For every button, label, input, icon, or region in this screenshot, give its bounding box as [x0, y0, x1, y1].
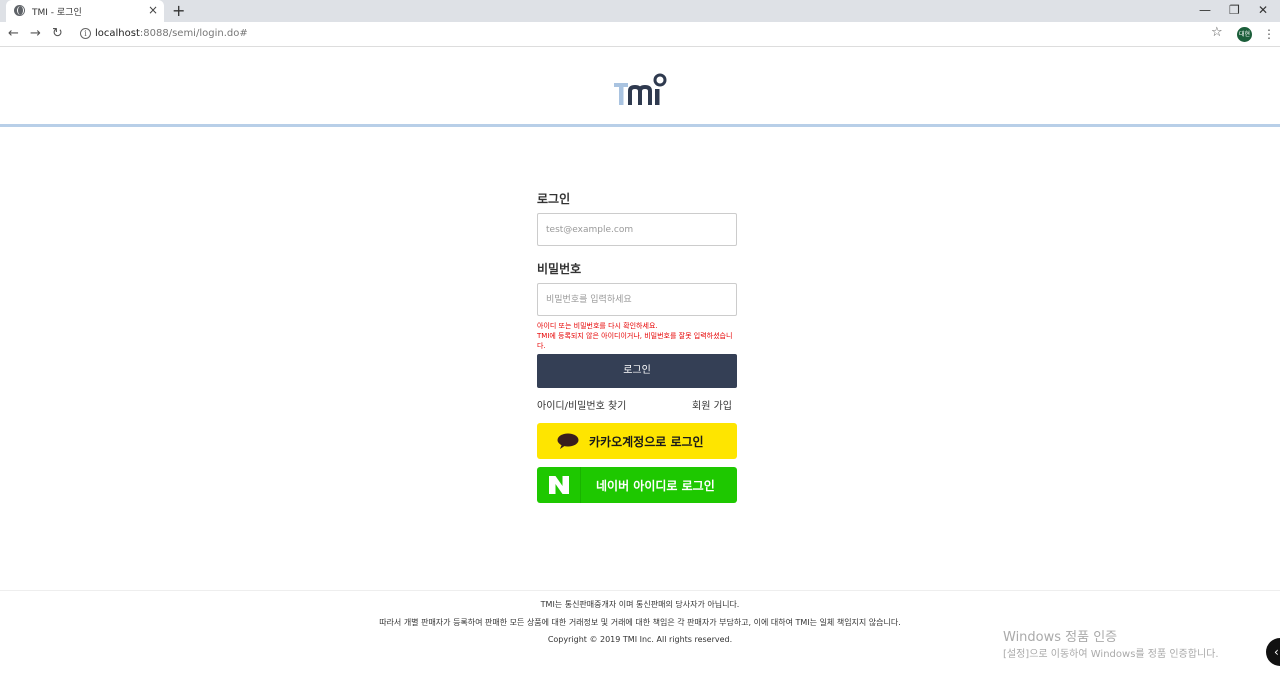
watermark-title: Windows 정품 인증: [1003, 630, 1118, 645]
footer-notice-1: TMI는 통신판매중개자 이며 통신판매의 당사자가 아닙니다.: [540, 600, 740, 609]
browser-tab[interactable]: TMI - 로그인 ×: [6, 0, 164, 22]
back-arrow-icon[interactable]: ←: [8, 26, 19, 42]
forward-arrow-icon[interactable]: →: [30, 26, 41, 42]
info-icon[interactable]: i: [80, 28, 91, 39]
error-line-1: 아이디 또는 비밀번호를 다시 확인하세요.: [537, 322, 658, 330]
windows-activation-watermark: Windows 정품 인증 [설정]으로 이동하여 Windows를 정품 인증…: [1003, 630, 1219, 662]
kakao-login-button[interactable]: 카카오계정으로 로그인: [537, 423, 737, 459]
url-text[interactable]: localhost:8088/semi/login.do#: [95, 28, 248, 39]
profile-avatar[interactable]: 대현: [1237, 27, 1252, 42]
url-host: localhost: [95, 28, 140, 39]
minimize-button[interactable]: —: [1199, 2, 1211, 18]
browser-toolbar: ← → ↻ i localhost:8088/semi/login.do# ☆ …: [0, 22, 1280, 47]
signup-link[interactable]: 회원 가입: [692, 397, 732, 412]
new-tab-button[interactable]: +: [172, 1, 185, 21]
bookmark-star-icon[interactable]: ☆: [1211, 25, 1223, 41]
menu-kebab-icon[interactable]: ⋮: [1263, 26, 1275, 42]
naver-logo-box: [537, 467, 581, 503]
naver-login-label: 네이버 아이디로 로그인: [596, 479, 715, 493]
kakao-login-label: 카카오계정으로 로그인: [589, 435, 704, 449]
id-input[interactable]: [537, 213, 737, 246]
tab-close-icon[interactable]: ×: [148, 3, 158, 17]
address-bar[interactable]: i localhost:8088/semi/login.do#: [74, 25, 1254, 44]
naver-n-icon: [548, 476, 569, 494]
globe-icon: [14, 5, 25, 16]
url-path: :8088/semi/login.do#: [139, 28, 248, 39]
naver-login-button[interactable]: 네이버 아이디로 로그인: [537, 467, 737, 503]
password-input[interactable]: [537, 283, 737, 316]
footer-notice-2: 따라서 개별 판매자가 등록하여 판매한 모든 상품에 대한 거래정보 및 거래…: [379, 618, 901, 627]
tab-title: TMI - 로그인: [32, 8, 82, 18]
login-button[interactable]: 로그인: [537, 354, 737, 388]
restore-button[interactable]: ❐: [1229, 2, 1240, 18]
watermark-subtitle: [설정]으로 이동하여 Windows를 정품 인증합니다.: [1003, 649, 1219, 660]
window-close-button[interactable]: ✕: [1258, 2, 1268, 18]
error-line-2: TMI에 등록되지 않은 아이디이거나, 비밀번호를 잘못 입력하셨습니다.: [537, 332, 733, 350]
speech-bubble-icon: [557, 433, 579, 449]
reload-icon[interactable]: ↻: [52, 26, 63, 42]
tmi-logo[interactable]: [614, 73, 670, 107]
account-links: 아이디/비밀번호 찾기 회원 가입: [537, 397, 737, 412]
site-header: [0, 47, 1280, 127]
id-label: 로그인: [537, 192, 571, 206]
browser-tab-strip: TMI - 로그인 × + — ❐ ✕: [0, 0, 1280, 22]
password-label: 비밀번호: [537, 262, 582, 276]
error-message: 아이디 또는 비밀번호를 다시 확인하세요. TMI에 등록되지 않은 아이디이…: [537, 321, 737, 351]
find-account-link[interactable]: 아이디/비밀번호 찾기: [537, 397, 626, 412]
